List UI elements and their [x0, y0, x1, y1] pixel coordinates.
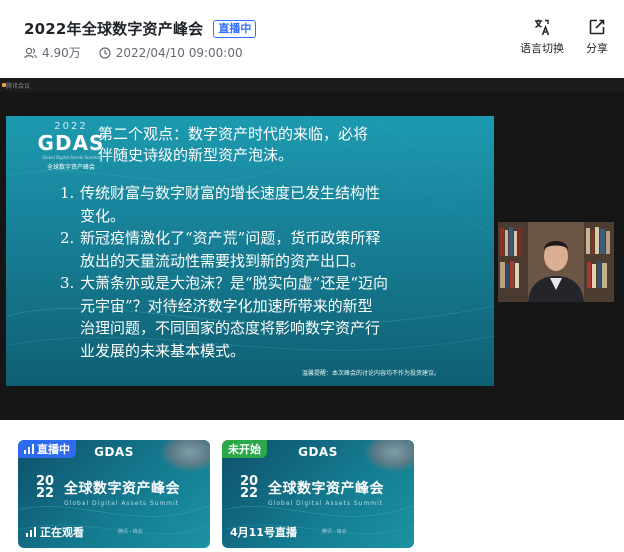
card-title: 全球数字资产峰会 [64, 481, 180, 497]
slide-point-line: 大萧条亦或是大泡沫？是“脱实向虚”还是“迈向 [80, 274, 389, 292]
speaker-image [498, 222, 614, 302]
card-year: 20 22 [35, 474, 55, 501]
viewer-count: 4.90万 [24, 44, 81, 61]
speaker-camera-feed [498, 222, 614, 302]
share-icon [589, 19, 605, 35]
clock-icon [99, 46, 111, 59]
meta-row: 4.90万 2022/04/10 09:00:00 [24, 44, 261, 61]
translate-icon [535, 19, 550, 36]
slide-point-line: 变化。 [80, 206, 126, 225]
page-title: 2022年全球数字资产峰会 [24, 20, 204, 38]
card-footer: 正在观看 [26, 524, 84, 540]
live-status-badge: 直播中 [213, 19, 257, 38]
card-title: 全球数字资产峰会 [268, 481, 384, 497]
card-footer-faint: 腾讯 · 峰会 [322, 529, 347, 535]
card-brand: GDAS [298, 445, 338, 459]
card-summit-subtitle: Global Digital Assets Summit [64, 500, 180, 507]
presentation-slide: 2022 GDAS Global Digital Assets Summit 全… [6, 116, 494, 386]
card-year: 20 22 [239, 474, 259, 501]
slide-heading-line: 伴随史诗级的新型资产泡沫。 [98, 146, 294, 164]
slide-disclaimer: 温馨提醒：本次峰会的讨论内容均不作为投资建议。 [302, 370, 441, 377]
slide-point-line: 治理问题，不同国家的态度将影响数字资产行 [80, 319, 381, 337]
card-summit-subtitle: Global Digital Assets Summit [268, 500, 384, 507]
page-header: 2022年全球数字资产峰会 直播中 4.90万 2022/04/10 09:00… [0, 0, 624, 76]
slide-points: 1. 传统财富与数字财富的增长速度已发生结构性 变化。 2. 新冠疫情激化了“资… [60, 182, 460, 362]
language-switch-label: 语言切换 [520, 42, 564, 55]
related-streams: 直播中 GDAS 20 22 全球数字资产峰会 Global Digital A… [0, 420, 624, 552]
share-button[interactable]: 分享 [586, 18, 608, 56]
card-footer-faint: 腾讯 · 峰会 [118, 529, 143, 535]
slide-point-line: 传统财富与数字财富的增长速度已发生结构性 [80, 184, 381, 202]
users-icon [24, 47, 37, 58]
slide-point-number: 1. [60, 184, 75, 202]
slide-point-line: 业发展的未来基本模式。 [80, 341, 246, 360]
title-row: 2022年全球数字资产峰会 直播中 [24, 18, 257, 39]
header-actions: 语言切换 分享 [498, 18, 608, 56]
video-player[interactable]: 腾讯会议 2022 GDAS Global Digital Assets Sum… [0, 78, 624, 420]
card-brand: GDAS [94, 445, 134, 459]
language-switch-button[interactable]: 语言切换 [520, 18, 564, 56]
slide-point-number: 3. [60, 274, 75, 292]
share-label: 分享 [586, 42, 608, 55]
card-footer: 4月11号直播 [230, 524, 297, 540]
slide-heading: 第二个观点：数字资产时代的来临，必将 伴随史诗级的新型资产泡沫。 [98, 124, 488, 172]
stream-card[interactable]: 直播中 GDAS 20 22 全球数字资产峰会 Global Digital A… [18, 440, 210, 548]
start-time: 2022/04/10 09:00:00 [99, 46, 243, 60]
start-time-value: 2022/04/10 09:00:00 [115, 45, 243, 60]
card-footer-label: 正在观看 [40, 526, 84, 539]
slide-point: 3. 大萧条亦或是大泡沫？是“脱实向虚”还是“迈向 元宇宙”？对待经济数字化加速… [60, 272, 460, 362]
slide-point-line: 新冠疫情激化了“资产荒”问题，货币政策所释 [80, 229, 381, 247]
slide-point-line: 元宇宙”？对待经济数字化加速所带来的新型 [80, 296, 373, 315]
slide-heading-line: 第二个观点：数字资产时代的来临，必将 [98, 125, 369, 143]
video-topbar: 腾讯会议 [0, 78, 624, 92]
slide-point-line: 放出的天量流动性需要找到新的资产出口。 [80, 251, 366, 270]
slide-point: 1. 传统财富与数字财富的增长速度已发生结构性 变化。 [60, 182, 460, 227]
slide-point: 2. 新冠疫情激化了“资产荒”问题，货币政策所释 放出的天量流动性需要找到新的资… [60, 227, 460, 272]
viewer-count-value: 4.90万 [42, 46, 81, 60]
card-footer-label: 4月11号直播 [230, 526, 297, 539]
slide-point-number: 2. [60, 229, 75, 247]
meeting-app-label: 腾讯会议 [6, 83, 31, 90]
signal-bars-icon [26, 527, 36, 537]
stream-card[interactable]: 未开始 GDAS 20 22 全球数字资产峰会 Global Digital A… [222, 440, 414, 548]
